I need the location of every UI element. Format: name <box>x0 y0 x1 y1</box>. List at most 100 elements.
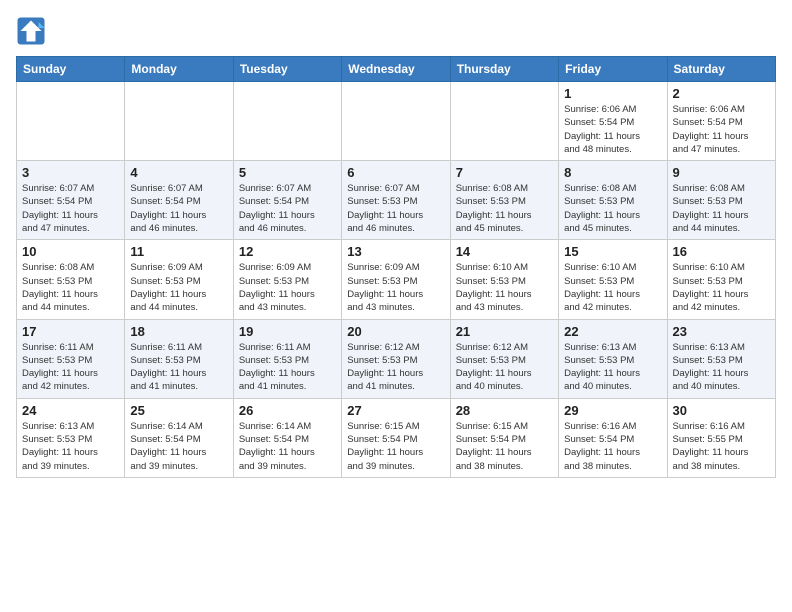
day-number: 19 <box>239 324 336 339</box>
calendar-week-row: 1 Sunrise: 6:06 AM Sunset: 5:54 PM Daylig… <box>17 82 776 161</box>
day-number: 6 <box>347 165 444 180</box>
day-info: Sunrise: 6:15 AM Sunset: 5:54 PM Dayligh… <box>456 420 553 473</box>
calendar-cell <box>125 82 233 161</box>
day-info: Sunrise: 6:13 AM Sunset: 5:53 PM Dayligh… <box>564 341 661 394</box>
calendar-cell: 10 Sunrise: 6:08 AM Sunset: 5:53 PM Dayli… <box>17 240 125 319</box>
weekday-header: Sunday <box>17 57 125 82</box>
day-info: Sunrise: 6:08 AM Sunset: 5:53 PM Dayligh… <box>564 182 661 235</box>
day-number: 12 <box>239 244 336 259</box>
day-info: Sunrise: 6:16 AM Sunset: 5:55 PM Dayligh… <box>673 420 770 473</box>
day-info: Sunrise: 6:09 AM Sunset: 5:53 PM Dayligh… <box>239 261 336 314</box>
day-info: Sunrise: 6:11 AM Sunset: 5:53 PM Dayligh… <box>130 341 227 394</box>
weekday-header: Thursday <box>450 57 558 82</box>
calendar-cell: 11 Sunrise: 6:09 AM Sunset: 5:53 PM Dayli… <box>125 240 233 319</box>
day-info: Sunrise: 6:07 AM Sunset: 5:54 PM Dayligh… <box>130 182 227 235</box>
day-number: 18 <box>130 324 227 339</box>
day-info: Sunrise: 6:14 AM Sunset: 5:54 PM Dayligh… <box>239 420 336 473</box>
day-number: 5 <box>239 165 336 180</box>
day-number: 11 <box>130 244 227 259</box>
day-info: Sunrise: 6:16 AM Sunset: 5:54 PM Dayligh… <box>564 420 661 473</box>
calendar-cell: 18 Sunrise: 6:11 AM Sunset: 5:53 PM Dayli… <box>125 319 233 398</box>
day-info: Sunrise: 6:08 AM Sunset: 5:53 PM Dayligh… <box>673 182 770 235</box>
weekday-header: Saturday <box>667 57 775 82</box>
calendar-cell: 9 Sunrise: 6:08 AM Sunset: 5:53 PM Daylig… <box>667 161 775 240</box>
calendar-cell: 14 Sunrise: 6:10 AM Sunset: 5:53 PM Dayli… <box>450 240 558 319</box>
calendar-cell: 20Sunrise: 6:12 AM Sunset: 5:53 PM Dayli… <box>342 319 450 398</box>
calendar-cell: 23Sunrise: 6:13 AM Sunset: 5:53 PM Dayli… <box>667 319 775 398</box>
day-info: Sunrise: 6:10 AM Sunset: 5:53 PM Dayligh… <box>673 261 770 314</box>
calendar-week-row: 3 Sunrise: 6:07 AM Sunset: 5:54 PM Daylig… <box>17 161 776 240</box>
calendar-cell: 29 Sunrise: 6:16 AM Sunset: 5:54 PM Dayli… <box>559 398 667 477</box>
calendar-cell: 4 Sunrise: 6:07 AM Sunset: 5:54 PM Daylig… <box>125 161 233 240</box>
calendar-cell: 24Sunrise: 6:13 AM Sunset: 5:53 PM Dayli… <box>17 398 125 477</box>
calendar-cell: 6 Sunrise: 6:07 AM Sunset: 5:53 PM Daylig… <box>342 161 450 240</box>
day-number: 3 <box>22 165 119 180</box>
day-number: 8 <box>564 165 661 180</box>
calendar-cell: 5 Sunrise: 6:07 AM Sunset: 5:54 PM Daylig… <box>233 161 341 240</box>
calendar-cell: 27 Sunrise: 6:15 AM Sunset: 5:54 PM Dayli… <box>342 398 450 477</box>
day-number: 24 <box>22 403 119 418</box>
calendar-cell: 19Sunrise: 6:11 AM Sunset: 5:53 PM Dayli… <box>233 319 341 398</box>
day-info: Sunrise: 6:14 AM Sunset: 5:54 PM Dayligh… <box>130 420 227 473</box>
day-info: Sunrise: 6:09 AM Sunset: 5:53 PM Dayligh… <box>347 261 444 314</box>
day-number: 16 <box>673 244 770 259</box>
day-number: 7 <box>456 165 553 180</box>
calendar-cell: 26Sunrise: 6:14 AM Sunset: 5:54 PM Dayli… <box>233 398 341 477</box>
day-number: 10 <box>22 244 119 259</box>
calendar-cell <box>17 82 125 161</box>
weekday-header: Tuesday <box>233 57 341 82</box>
calendar-cell: 21Sunrise: 6:12 AM Sunset: 5:53 PM Dayli… <box>450 319 558 398</box>
day-info: Sunrise: 6:08 AM Sunset: 5:53 PM Dayligh… <box>22 261 119 314</box>
calendar-cell: 8 Sunrise: 6:08 AM Sunset: 5:53 PM Daylig… <box>559 161 667 240</box>
day-number: 30 <box>673 403 770 418</box>
day-number: 1 <box>564 86 661 101</box>
day-info: Sunrise: 6:10 AM Sunset: 5:53 PM Dayligh… <box>564 261 661 314</box>
day-info: Sunrise: 6:10 AM Sunset: 5:53 PM Dayligh… <box>456 261 553 314</box>
day-info: Sunrise: 6:15 AM Sunset: 5:54 PM Dayligh… <box>347 420 444 473</box>
day-number: 4 <box>130 165 227 180</box>
calendar-cell: 13 Sunrise: 6:09 AM Sunset: 5:53 PM Dayli… <box>342 240 450 319</box>
day-number: 9 <box>673 165 770 180</box>
calendar-cell: 12 Sunrise: 6:09 AM Sunset: 5:53 PM Dayli… <box>233 240 341 319</box>
calendar-cell: 25 Sunrise: 6:14 AM Sunset: 5:54 PM Dayli… <box>125 398 233 477</box>
day-info: Sunrise: 6:11 AM Sunset: 5:53 PM Dayligh… <box>22 341 119 394</box>
day-number: 23 <box>673 324 770 339</box>
day-number: 22 <box>564 324 661 339</box>
day-number: 17 <box>22 324 119 339</box>
day-info: Sunrise: 6:09 AM Sunset: 5:53 PM Dayligh… <box>130 261 227 314</box>
calendar-week-row: 24Sunrise: 6:13 AM Sunset: 5:53 PM Dayli… <box>17 398 776 477</box>
day-info: Sunrise: 6:06 AM Sunset: 5:54 PM Dayligh… <box>564 103 661 156</box>
day-number: 27 <box>347 403 444 418</box>
day-info: Sunrise: 6:12 AM Sunset: 5:53 PM Dayligh… <box>456 341 553 394</box>
day-info: Sunrise: 6:12 AM Sunset: 5:53 PM Dayligh… <box>347 341 444 394</box>
logo <box>16 16 50 46</box>
calendar-week-row: 17 Sunrise: 6:11 AM Sunset: 5:53 PM Dayli… <box>17 319 776 398</box>
calendar-cell <box>342 82 450 161</box>
day-number: 14 <box>456 244 553 259</box>
day-number: 25 <box>130 403 227 418</box>
day-number: 13 <box>347 244 444 259</box>
calendar-cell: 22 Sunrise: 6:13 AM Sunset: 5:53 PM Dayli… <box>559 319 667 398</box>
day-number: 28 <box>456 403 553 418</box>
day-info: Sunrise: 6:07 AM Sunset: 5:54 PM Dayligh… <box>239 182 336 235</box>
day-number: 29 <box>564 403 661 418</box>
day-number: 15 <box>564 244 661 259</box>
day-info: Sunrise: 6:08 AM Sunset: 5:53 PM Dayligh… <box>456 182 553 235</box>
weekday-header: Wednesday <box>342 57 450 82</box>
weekday-header: Friday <box>559 57 667 82</box>
calendar-header-row: SundayMondayTuesdayWednesdayThursdayFrid… <box>17 57 776 82</box>
calendar-cell: 17 Sunrise: 6:11 AM Sunset: 5:53 PM Dayli… <box>17 319 125 398</box>
calendar-cell: 30 Sunrise: 6:16 AM Sunset: 5:55 PM Dayli… <box>667 398 775 477</box>
logo-icon <box>16 16 46 46</box>
day-info: Sunrise: 6:07 AM Sunset: 5:53 PM Dayligh… <box>347 182 444 235</box>
calendar-cell <box>450 82 558 161</box>
calendar-table: SundayMondayTuesdayWednesdayThursdayFrid… <box>16 56 776 478</box>
page-header <box>16 16 776 46</box>
calendar-cell: 7 Sunrise: 6:08 AM Sunset: 5:53 PM Daylig… <box>450 161 558 240</box>
calendar-week-row: 10 Sunrise: 6:08 AM Sunset: 5:53 PM Dayli… <box>17 240 776 319</box>
calendar-cell: 1 Sunrise: 6:06 AM Sunset: 5:54 PM Daylig… <box>559 82 667 161</box>
day-info: Sunrise: 6:07 AM Sunset: 5:54 PM Dayligh… <box>22 182 119 235</box>
calendar-cell <box>233 82 341 161</box>
calendar-cell: 15 Sunrise: 6:10 AM Sunset: 5:53 PM Dayli… <box>559 240 667 319</box>
calendar-cell: 3 Sunrise: 6:07 AM Sunset: 5:54 PM Daylig… <box>17 161 125 240</box>
